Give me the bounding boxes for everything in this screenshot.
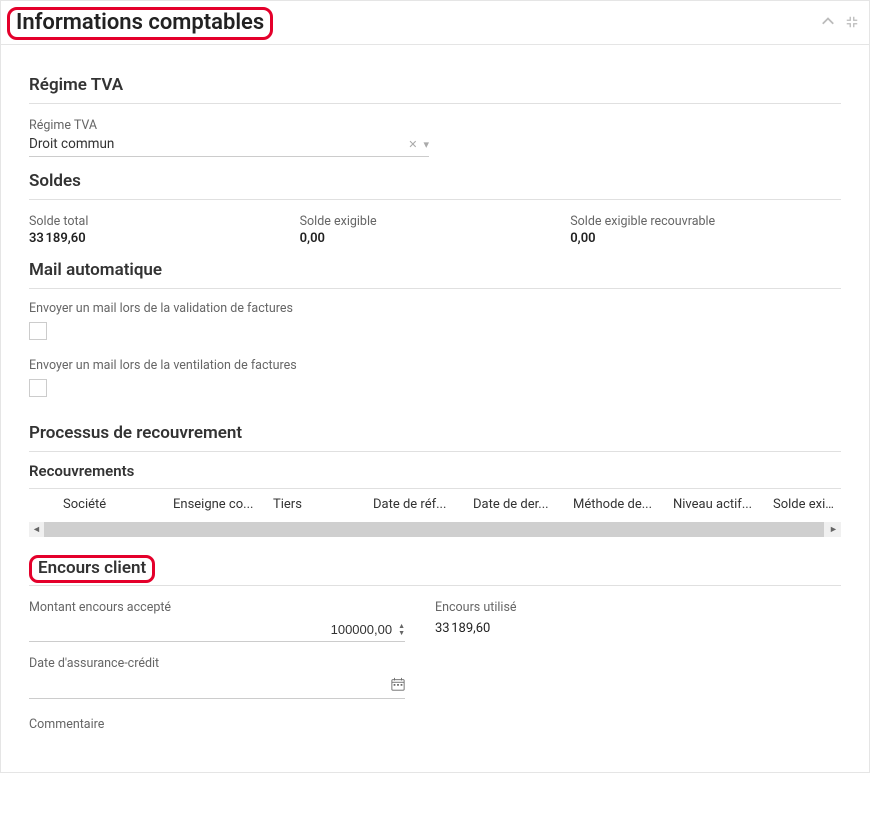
date-assurance-label: Date d'assurance-crédit	[29, 656, 405, 671]
solde-recouvrable-value: 0,00	[570, 231, 841, 246]
col-niveau[interactable]: Niveau actif...	[669, 497, 769, 512]
section-regime-tva: Régime TVA	[29, 69, 841, 104]
chevron-down-icon[interactable]: ▾	[423, 138, 429, 151]
mail-validation-label: Envoyer un mail lors de la validation de…	[29, 301, 841, 316]
col-methode[interactable]: Méthode de...	[569, 497, 669, 512]
scroll-left-icon[interactable]: ◄	[29, 524, 44, 535]
section-mail: Mail automatique	[29, 254, 841, 289]
mail-ventilation-checkbox[interactable]	[29, 379, 47, 397]
col-solde[interactable]: Solde exigib.	[769, 497, 841, 512]
date-assurance-input[interactable]	[29, 678, 391, 695]
solde-exigible-value: 0,00	[300, 231, 571, 246]
section-encours-client: Encours client	[38, 558, 146, 578]
solde-total-label: Solde total	[29, 214, 300, 229]
regime-tva-select[interactable]: Droit commun ✕ ▾	[29, 133, 429, 157]
clear-icon[interactable]: ✕	[408, 138, 417, 151]
subsection-recouvrements: Recouvrements	[29, 456, 841, 489]
panel-title-highlight: Informations comptables	[7, 7, 273, 40]
commentaire-label: Commentaire	[29, 717, 841, 732]
encours-utilise-value: 33 189,60	[435, 621, 811, 636]
col-date-ref[interactable]: Date de réf...	[369, 497, 469, 512]
mail-validation-checkbox[interactable]	[29, 322, 47, 340]
collapse-icon[interactable]	[821, 15, 835, 33]
solde-exigible-label: Solde exigible	[300, 214, 571, 229]
mail-ventilation-label: Envoyer un mail lors de la ventilation d…	[29, 358, 841, 373]
solde-total-value: 33 189,60	[29, 231, 300, 246]
col-societe[interactable]: Société	[59, 497, 169, 512]
expand-icon[interactable]	[845, 15, 859, 33]
section-soldes: Soldes	[29, 165, 841, 200]
regime-tva-value: Droit commun	[29, 136, 114, 152]
encours-heading-highlight: Encours client	[29, 555, 155, 583]
col-tiers[interactable]: Tiers	[269, 497, 369, 512]
panel-body: Régime TVA Régime TVA Droit commun ✕ ▾ S…	[1, 44, 869, 732]
accounting-info-panel: Informations comptables Régime TVA Régim…	[0, 0, 870, 773]
encours-utilise-label: Encours utilisé	[435, 600, 811, 615]
panel-header: Informations comptables	[1, 1, 869, 44]
col-enseigne[interactable]: Enseigne co...	[169, 497, 269, 512]
panel-title: Informations comptables	[16, 10, 264, 35]
recouvrements-table-header: Société Enseigne co... Tiers Date de réf…	[29, 489, 841, 522]
scroll-right-icon[interactable]: ►	[826, 524, 841, 535]
encours-accepte-label: Montant encours accepté	[29, 600, 405, 615]
calendar-icon[interactable]	[391, 677, 405, 695]
quantity-stepper[interactable]: ▲▼	[398, 623, 405, 637]
encours-accepte-input[interactable]	[29, 621, 398, 638]
section-recouvrement: Processus de recouvrement	[29, 417, 841, 452]
regime-tva-label: Régime TVA	[29, 118, 841, 133]
table-horizontal-scrollbar[interactable]: ◄ ►	[29, 522, 841, 537]
solde-recouvrable-label: Solde exigible recouvrable	[570, 214, 841, 229]
col-date-der[interactable]: Date de der...	[469, 497, 569, 512]
